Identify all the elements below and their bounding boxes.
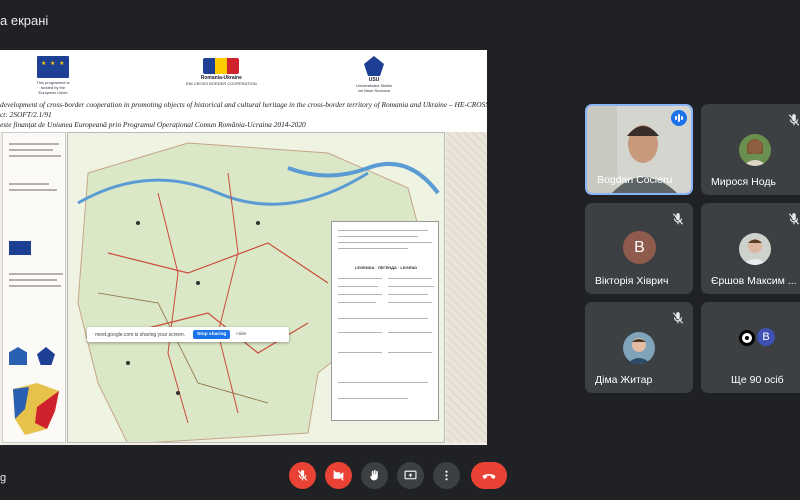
mic-off-icon [671, 311, 685, 325]
participant-tile-more[interactable]: B Ще 90 осіб [701, 302, 800, 393]
screen-share-bar: meet.google.com is sharing your screen. … [87, 327, 289, 342]
avatar [623, 332, 655, 364]
group-avatar-letter: B [755, 326, 777, 348]
map-left-panel [2, 132, 66, 443]
more-options-button[interactable] [433, 462, 460, 489]
presentation-stage: This programme is funded by the European… [0, 50, 575, 445]
slide-line-1: development of cross-border cooperation … [0, 100, 487, 109]
usu-logo: USU Universitatea Ștefan cel Mare Suceav… [354, 56, 394, 93]
eu-caption: This programme is funded by the European… [36, 80, 70, 95]
ro-ua-flag-icon [203, 58, 240, 74]
control-bar: g [0, 455, 800, 500]
present-screen-icon [404, 470, 417, 480]
microphone-toggle-button[interactable] [289, 462, 316, 489]
map-legend: LEGENDA · ЛЕГЕНДА · LEGEND [331, 221, 439, 421]
top-bar: а екрані [0, 0, 800, 40]
mic-off-icon [297, 470, 308, 481]
participant-tile-myrosia[interactable]: Мирося Нодь [701, 104, 800, 195]
more-vert-icon [445, 470, 448, 481]
participant-tile-bogdan[interactable]: Bogdan Cocieru [585, 104, 693, 195]
camera-off-icon [333, 470, 344, 481]
map-poster: LEGENDA · ЛЕГЕНДА · LEGEND meet.google.c… [0, 132, 487, 445]
map-right-margin [446, 132, 487, 443]
slide-line-3: este finanțat de Uniunea Europeană prin … [0, 120, 306, 129]
usu-emblem-icon [364, 56, 384, 76]
avatar [739, 233, 771, 265]
more-participants-label: Ще 90 осіб [731, 374, 784, 386]
eu-logo: This programme is funded by the European… [32, 56, 74, 95]
coat-of-arms-icon [9, 347, 27, 365]
stage-side-gap [487, 50, 575, 445]
participant-name: Діма Житар [595, 374, 653, 386]
stop-sharing-button[interactable]: Stop sharing [193, 330, 231, 339]
meeting-info-label: g [0, 472, 7, 484]
hand-icon [370, 469, 378, 481]
group-avatar-icon [737, 328, 757, 348]
mic-off-icon [787, 113, 800, 127]
avatar [739, 134, 771, 166]
eu-flag-icon [37, 56, 69, 78]
shared-screen-slide: This programme is funded by the European… [0, 50, 487, 445]
participant-tile-dima[interactable]: Діма Житар [585, 302, 693, 393]
slide-line-2: ct: 2SOFT/2.1/91 [0, 110, 52, 119]
legend-title: LEGENDA · ЛЕГЕНДА · LEGEND [354, 265, 418, 270]
camera-toggle-button[interactable] [325, 462, 352, 489]
hang-up-icon [482, 473, 496, 479]
participant-tile-yershov[interactable]: Єршов Максим ... [701, 203, 800, 294]
region-mini-map-icon [13, 383, 59, 435]
raise-hand-button[interactable] [361, 462, 388, 489]
presentation-title: а екрані [0, 13, 49, 28]
participant-name: Вікторія Хіврич [595, 275, 669, 287]
leave-call-button[interactable] [471, 462, 507, 489]
map-main: LEGENDA · ЛЕГЕНДА · LEGEND [67, 132, 445, 443]
eu-flag-small-icon [9, 241, 31, 255]
slide-logos: This programme is funded by the European… [0, 54, 487, 95]
mic-off-icon [787, 212, 800, 226]
usu-small-icon [37, 347, 55, 365]
slide-text-block: development of cross-border cooperation … [0, 100, 487, 130]
mic-off-icon [671, 212, 685, 226]
participant-name: Bogdan Cocieru [597, 174, 673, 186]
participant-name: Мирося Нодь [711, 176, 776, 188]
speaking-indicator-icon [671, 110, 687, 126]
participant-name: Єршов Максим ... [711, 275, 797, 287]
share-message: meet.google.com is sharing your screen. [95, 331, 186, 338]
usu-subcaption: Universitatea Ștefan cel Mare Suceava [355, 83, 393, 93]
hide-button[interactable]: Hide [236, 332, 246, 337]
avatar-letter: В [623, 231, 656, 264]
present-now-button[interactable] [397, 462, 424, 489]
ro-ua-subcaption: ENI CROSS BORDER COOPERATION [186, 81, 257, 86]
ro-ua-logo: Romania-Ukraine ENI CROSS BORDER COOPERA… [186, 58, 257, 86]
participant-tile-viktoriia[interactable]: В Вікторія Хіврич [585, 203, 693, 294]
